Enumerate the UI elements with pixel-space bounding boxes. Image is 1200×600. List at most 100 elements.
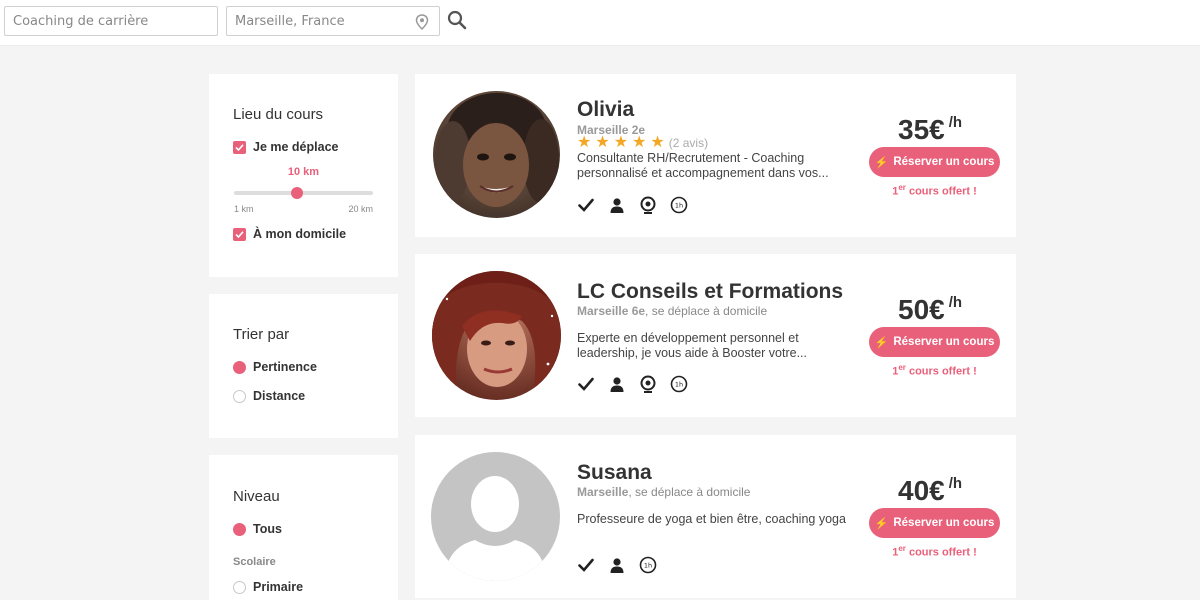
filter-lieu-panel: Lieu du cours Je me déplace 10 km 1 km 2… <box>209 74 398 277</box>
tutor-card[interactable]: Susana Marseille, se déplace à domicile … <box>415 435 1016 598</box>
offer-ordinal: er <box>898 544 906 553</box>
checkbox-checked-icon[interactable] <box>233 227 246 241</box>
lightning-icon: ⚡ <box>874 156 889 169</box>
distance-slider-handle[interactable] <box>290 187 303 199</box>
filter-sort-panel: Trier par Pertinence Distance <box>209 294 398 438</box>
checkmark-icon <box>577 196 595 214</box>
book-lesson-label: Réserver un cours <box>893 517 995 529</box>
offer-text: cours offert ! <box>905 185 977 198</box>
person-icon <box>608 556 626 574</box>
checkbox-a-domicile[interactable]: À mon domicile <box>233 227 346 241</box>
price: 40€/h <box>898 475 962 507</box>
filter-lieu-title: Lieu du cours <box>233 106 324 123</box>
avatar[interactable] <box>431 452 560 581</box>
lightning-icon: ⚡ <box>874 517 889 530</box>
price-unit: /h <box>948 114 963 131</box>
one-hour-icon: 1h <box>670 196 688 214</box>
star-icon: ★ <box>613 134 629 151</box>
radio-selected-icon[interactable] <box>233 360 246 374</box>
book-lesson-label: Réserver un cours <box>893 156 995 168</box>
checkbox-je-me-deplace[interactable]: Je me déplace <box>233 140 338 154</box>
top-search-bar <box>0 0 1200 46</box>
subject-search-field[interactable] <box>4 6 218 36</box>
one-hour-icon: 1h <box>670 375 688 393</box>
location-search-input[interactable] <box>227 7 439 35</box>
checkmark-icon <box>577 556 595 574</box>
checkmark-icon <box>577 375 595 393</box>
filter-level-title: Niveau <box>233 488 280 505</box>
offer-text: cours offert ! <box>905 546 977 559</box>
price: 35€/h <box>898 114 962 146</box>
slider-max-label: 20 km <box>348 204 373 214</box>
tutor-city: Marseille 6e <box>577 304 646 318</box>
star-icon: ★ <box>632 134 647 151</box>
tutor-card[interactable]: LC Conseils et Formations Marseille 6e, … <box>415 254 1016 417</box>
distance-slider[interactable] <box>234 187 373 199</box>
tutor-feature-icons: 1h <box>577 196 701 214</box>
offer-ordinal: er <box>898 363 906 372</box>
tutor-card[interactable]: Olivia Marseille 2e ★ ★ ★ ★ ★ (2 avis) C… <box>415 74 1016 237</box>
avatar[interactable] <box>433 91 560 218</box>
price-unit: /h <box>948 294 963 311</box>
webcam-icon <box>639 375 657 393</box>
webcam-icon <box>639 196 657 214</box>
tutor-location: Marseille, se déplace à domicile <box>577 485 750 499</box>
person-icon <box>608 196 626 214</box>
checkbox-label: Je me déplace <box>253 140 339 154</box>
tutor-description: Consultante RH/Recrutement - Coaching pe… <box>577 151 829 180</box>
radio-pertinence[interactable]: Pertinence <box>233 360 317 374</box>
price-value: 35€ <box>898 114 945 145</box>
location-search-field[interactable] <box>226 6 440 36</box>
radio-unselected-icon[interactable] <box>233 389 246 403</box>
tutor-location: Marseille 6e, se déplace à domicile <box>577 304 767 318</box>
tutor-description: Professeure de yoga et bien être, coachi… <box>577 512 846 526</box>
radio-primaire[interactable]: Primaire <box>233 580 303 594</box>
first-lesson-offer: 1er cours offert ! <box>869 183 1000 198</box>
svg-text:1h: 1h <box>675 202 683 210</box>
price-value: 40€ <box>898 475 945 506</box>
tutor-city: Marseille <box>577 485 629 499</box>
search-icon[interactable] <box>446 9 468 31</box>
tutor-name[interactable]: Olivia <box>577 98 634 122</box>
book-lesson-button[interactable]: ⚡ Réserver un cours <box>869 508 1000 538</box>
radio-label: Tous <box>253 522 282 536</box>
radio-unselected-icon[interactable] <box>233 580 246 594</box>
radio-label: Primaire <box>253 580 304 594</box>
slider-min-label: 1 km <box>234 204 254 214</box>
book-lesson-button[interactable]: ⚡ Réserver un cours <box>869 147 1000 177</box>
radio-selected-icon[interactable] <box>233 522 246 536</box>
tutor-feature-icons: 1h <box>577 375 701 393</box>
level-group-scolaire: Scolaire <box>233 556 276 568</box>
radio-distance[interactable]: Distance <box>233 389 305 403</box>
radio-tous[interactable]: Tous <box>233 522 282 536</box>
tutor-travel: , se déplace à domicile <box>645 304 768 318</box>
price-unit: /h <box>948 475 963 492</box>
distance-value: 10 km <box>287 166 320 178</box>
first-lesson-offer: 1er cours offert ! <box>869 363 1000 378</box>
checkbox-label: À mon domicile <box>253 227 347 241</box>
book-lesson-button[interactable]: ⚡ Réserver un cours <box>869 327 1000 357</box>
filter-sort-title: Trier par <box>233 326 290 343</box>
one-hour-icon: 1h <box>639 556 657 574</box>
avatar[interactable] <box>432 271 561 400</box>
tutor-name[interactable]: LC Conseils et Formations <box>577 280 843 304</box>
star-icon: ★ <box>595 134 610 151</box>
lightning-icon: ⚡ <box>874 336 889 349</box>
tutor-description: Experte en développement personnel et le… <box>577 331 807 360</box>
star-icon: ★ <box>577 134 592 151</box>
filter-level-panel: Niveau Tous Scolaire Primaire <box>209 455 398 600</box>
price-value: 50€ <box>898 294 945 325</box>
radio-label: Pertinence <box>253 360 317 374</box>
location-pin-icon <box>415 14 429 30</box>
first-lesson-offer: 1er cours offert ! <box>869 544 1000 559</box>
svg-text:1h: 1h <box>644 562 652 570</box>
tutor-travel: , se déplace à domicile <box>628 485 751 499</box>
price: 50€/h <box>898 294 962 326</box>
review-count[interactable]: (2 avis) <box>669 136 708 150</box>
subject-search-input[interactable] <box>5 7 217 35</box>
offer-ordinal: er <box>898 183 906 192</box>
tutor-name[interactable]: Susana <box>577 461 652 485</box>
book-lesson-label: Réserver un cours <box>893 336 995 348</box>
person-icon <box>608 375 626 393</box>
checkbox-checked-icon[interactable] <box>233 140 246 154</box>
